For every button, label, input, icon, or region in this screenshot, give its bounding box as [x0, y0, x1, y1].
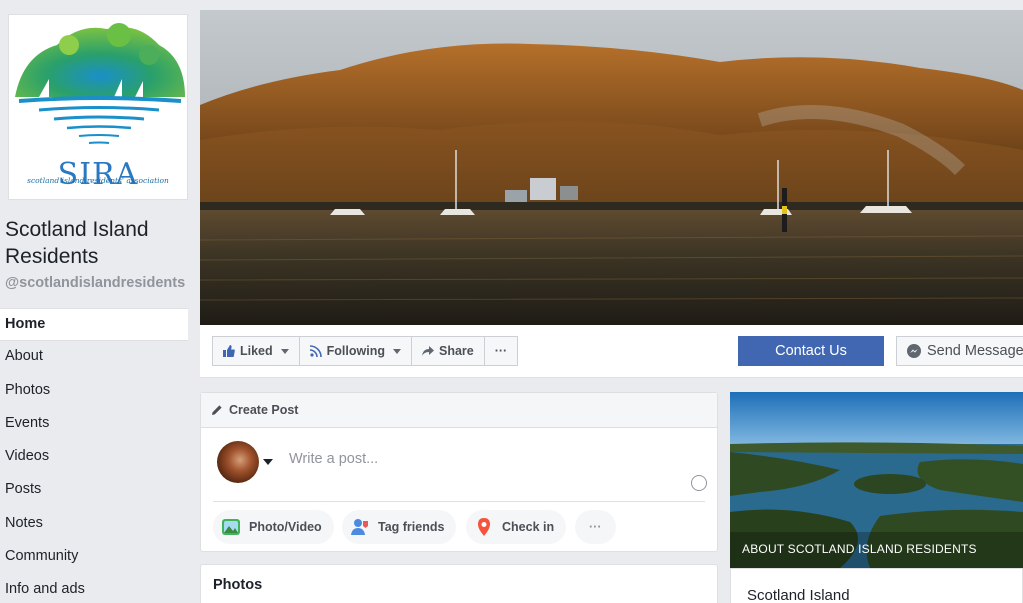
nav-item-photos[interactable]: Photos [0, 375, 188, 408]
cover-photo[interactable] [200, 10, 1023, 325]
emoji-icon[interactable] [691, 475, 707, 491]
photo-video-label: Photo/Video [249, 520, 322, 534]
nav-item-community[interactable]: Community [0, 541, 188, 574]
tag-friends-label: Tag friends [378, 520, 445, 534]
send-message-label: Send Message [927, 343, 1023, 359]
left-column: SIRA scotland island residents' associat… [0, 0, 196, 603]
nav-item-about[interactable]: About [0, 341, 188, 374]
photo-icon [222, 519, 240, 535]
liked-button[interactable]: Liked [212, 336, 300, 366]
nav-item-info-and-ads[interactable]: Info and ads [0, 574, 188, 603]
nav-item-notes[interactable]: Notes [0, 508, 188, 541]
photos-card: Photos [200, 564, 718, 603]
about-card-label: ABOUT SCOTLAND ISLAND RESIDENTS [742, 542, 977, 556]
create-post-card: Create Post Write a post... Photo/Video … [200, 392, 718, 552]
location-pin-icon [478, 518, 490, 536]
more-dots-icon: ··· [494, 344, 508, 358]
cover-scene [200, 10, 1023, 325]
more-dots-icon: ··· [589, 520, 602, 534]
liked-label: Liked [240, 344, 273, 358]
divider [213, 501, 705, 502]
about-subtitle: Scotland Island [747, 587, 850, 603]
more-options-button[interactable]: ··· [483, 336, 519, 366]
page-title: Scotland Island Residents [5, 218, 149, 268]
share-arrow-icon [421, 346, 434, 356]
rss-icon [309, 345, 322, 357]
following-button[interactable]: Following [298, 336, 412, 366]
nav-item-videos[interactable]: Videos [0, 441, 188, 474]
tag-friends-icon [351, 519, 368, 535]
nav-item-events[interactable]: Events [0, 408, 188, 441]
pencil-icon [212, 405, 222, 415]
write-post-input[interactable]: Write a post... [289, 451, 378, 467]
avatar[interactable] [217, 441, 259, 483]
about-card-body: Scotland Island [730, 568, 1023, 603]
create-post-header[interactable]: Create Post [201, 393, 717, 428]
create-post-title: Create Post [229, 403, 299, 417]
page-handle[interactable]: @scotlandislandresidents [5, 275, 185, 291]
page-action-bar: Liked Following Share ··· Contact Us Sen… [200, 325, 1023, 378]
thumbs-up-icon [223, 345, 235, 357]
page-actions: Liked Following Share ··· [212, 336, 519, 366]
share-button[interactable]: Share [410, 336, 485, 366]
page-logo[interactable]: SIRA scotland island residents' associat… [8, 14, 188, 200]
check-in-label: Check in [502, 520, 555, 534]
following-label: Following [326, 344, 385, 358]
page-nav: Home About Photos Events Videos Posts No… [0, 308, 188, 603]
messenger-icon [907, 344, 921, 358]
logo-text: SIRA [57, 157, 139, 192]
nav-item-posts[interactable]: Posts [0, 474, 188, 507]
check-in-button[interactable]: Check in [466, 510, 567, 544]
more-post-options-button[interactable]: ··· [575, 510, 616, 544]
photos-title[interactable]: Photos [213, 577, 262, 593]
about-card-image[interactable]: ABOUT SCOTLAND ISLAND RESIDENTS [730, 392, 1023, 568]
chevron-down-icon [392, 348, 401, 354]
chevron-down-icon[interactable] [263, 459, 273, 465]
send-message-button[interactable]: Send Message [896, 336, 1023, 366]
contact-us-button[interactable]: Contact Us [738, 336, 884, 366]
share-label: Share [438, 344, 474, 358]
chevron-down-icon [280, 348, 289, 354]
logo-caption: scotland island residents' association [27, 176, 169, 185]
tag-friends-button[interactable]: Tag friends [342, 510, 457, 544]
nav-item-home[interactable]: Home [0, 308, 188, 342]
photo-video-button[interactable]: Photo/Video [213, 510, 334, 544]
